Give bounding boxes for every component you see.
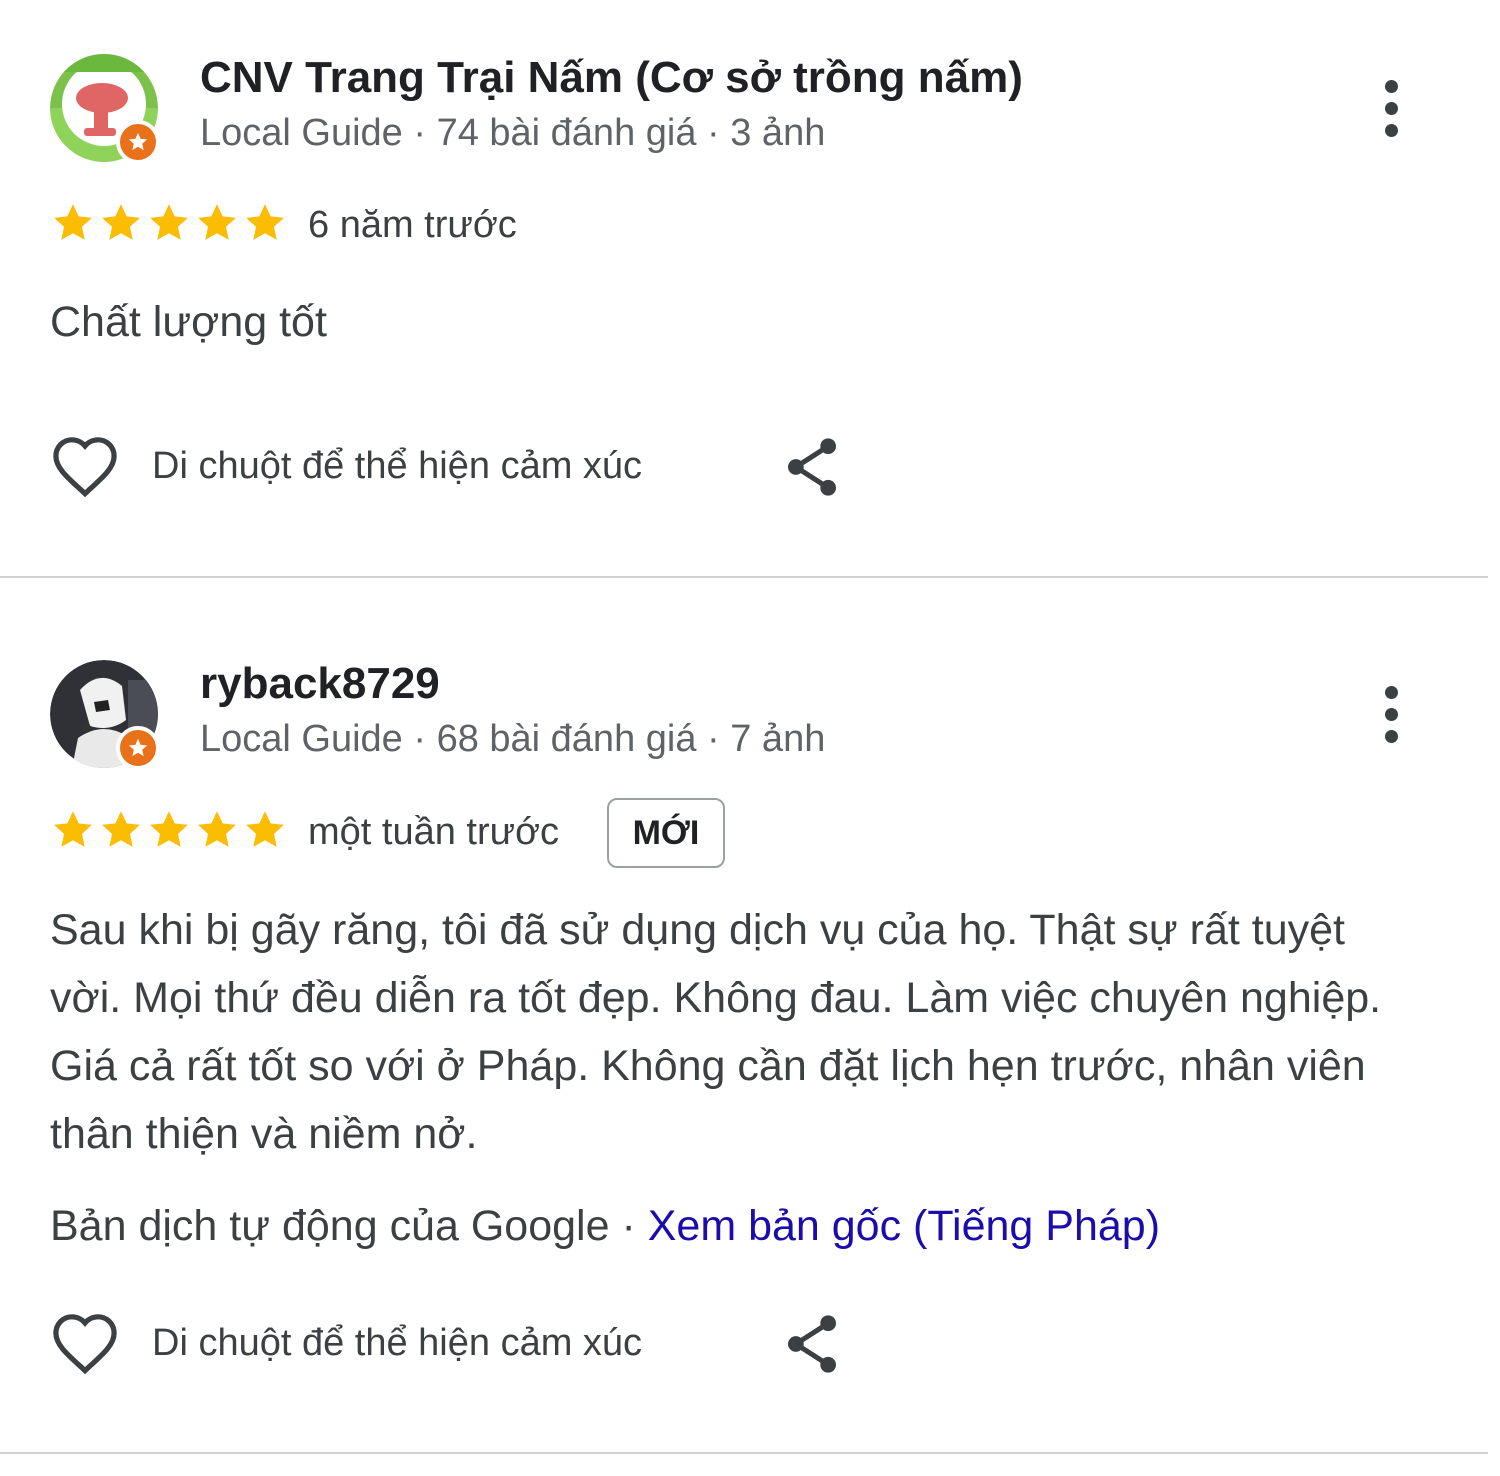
star-icon [246, 204, 284, 240]
reaction-label[interactable]: Di chuột để thể hiện cảm xúc [152, 1320, 642, 1366]
review-time: 6 năm trước [308, 204, 517, 246]
review-time: một tuần trước [308, 811, 559, 853]
view-original-link[interactable]: Xem bản gốc (Tiếng Pháp) [648, 1202, 1160, 1250]
author-avatar[interactable] [50, 54, 160, 164]
share-icon[interactable] [784, 1314, 840, 1374]
review-text: Sau khi bị gãy răng, tôi đã sử dụng dịch… [50, 906, 1382, 1158]
star-icon [54, 811, 92, 847]
star-icon [198, 811, 236, 847]
star-icon [54, 204, 92, 240]
author-name[interactable]: ryback8729 [200, 658, 440, 710]
author-meta: Local Guide · 68 bài đánh giá · 7 ảnh [200, 718, 826, 760]
more-options-button[interactable] [1366, 674, 1416, 754]
star-icon [102, 204, 140, 240]
review-card: ryback8729 Local Guide · 68 bài đánh giá… [0, 578, 1500, 1454]
star-icon [102, 811, 140, 847]
author-avatar[interactable] [50, 660, 160, 770]
local-guide-badge-icon [116, 726, 160, 770]
star-icon [150, 204, 188, 240]
star-icon [198, 204, 236, 240]
star-icon [150, 811, 188, 847]
translation-note: Bản dịch tự động của Google · Xem bản gố… [50, 1200, 1160, 1252]
author-name[interactable]: CNV Trang Trại Nấm (Cơ sở trồng nấm) [200, 52, 1023, 104]
review-text: Chất lượng tốt [50, 298, 327, 346]
heart-icon[interactable] [50, 1311, 120, 1375]
star-rating [50, 201, 288, 245]
new-badge: MỚI [607, 798, 725, 868]
review-divider [0, 1452, 1488, 1454]
share-icon[interactable] [784, 437, 840, 497]
more-options-button[interactable] [1366, 68, 1416, 148]
heart-icon[interactable] [50, 434, 120, 498]
star-icon [246, 811, 284, 847]
star-rating [50, 808, 288, 852]
translation-prefix: Bản dịch tự động của Google · [50, 1202, 648, 1250]
local-guide-badge-icon [116, 120, 160, 164]
review-card: CNV Trang Trại Nấm (Cơ sở trồng nấm) Loc… [0, 0, 1500, 577]
author-meta: Local Guide · 74 bài đánh giá · 3 ảnh [200, 112, 826, 154]
reaction-label[interactable]: Di chuột để thể hiện cảm xúc [152, 443, 642, 489]
